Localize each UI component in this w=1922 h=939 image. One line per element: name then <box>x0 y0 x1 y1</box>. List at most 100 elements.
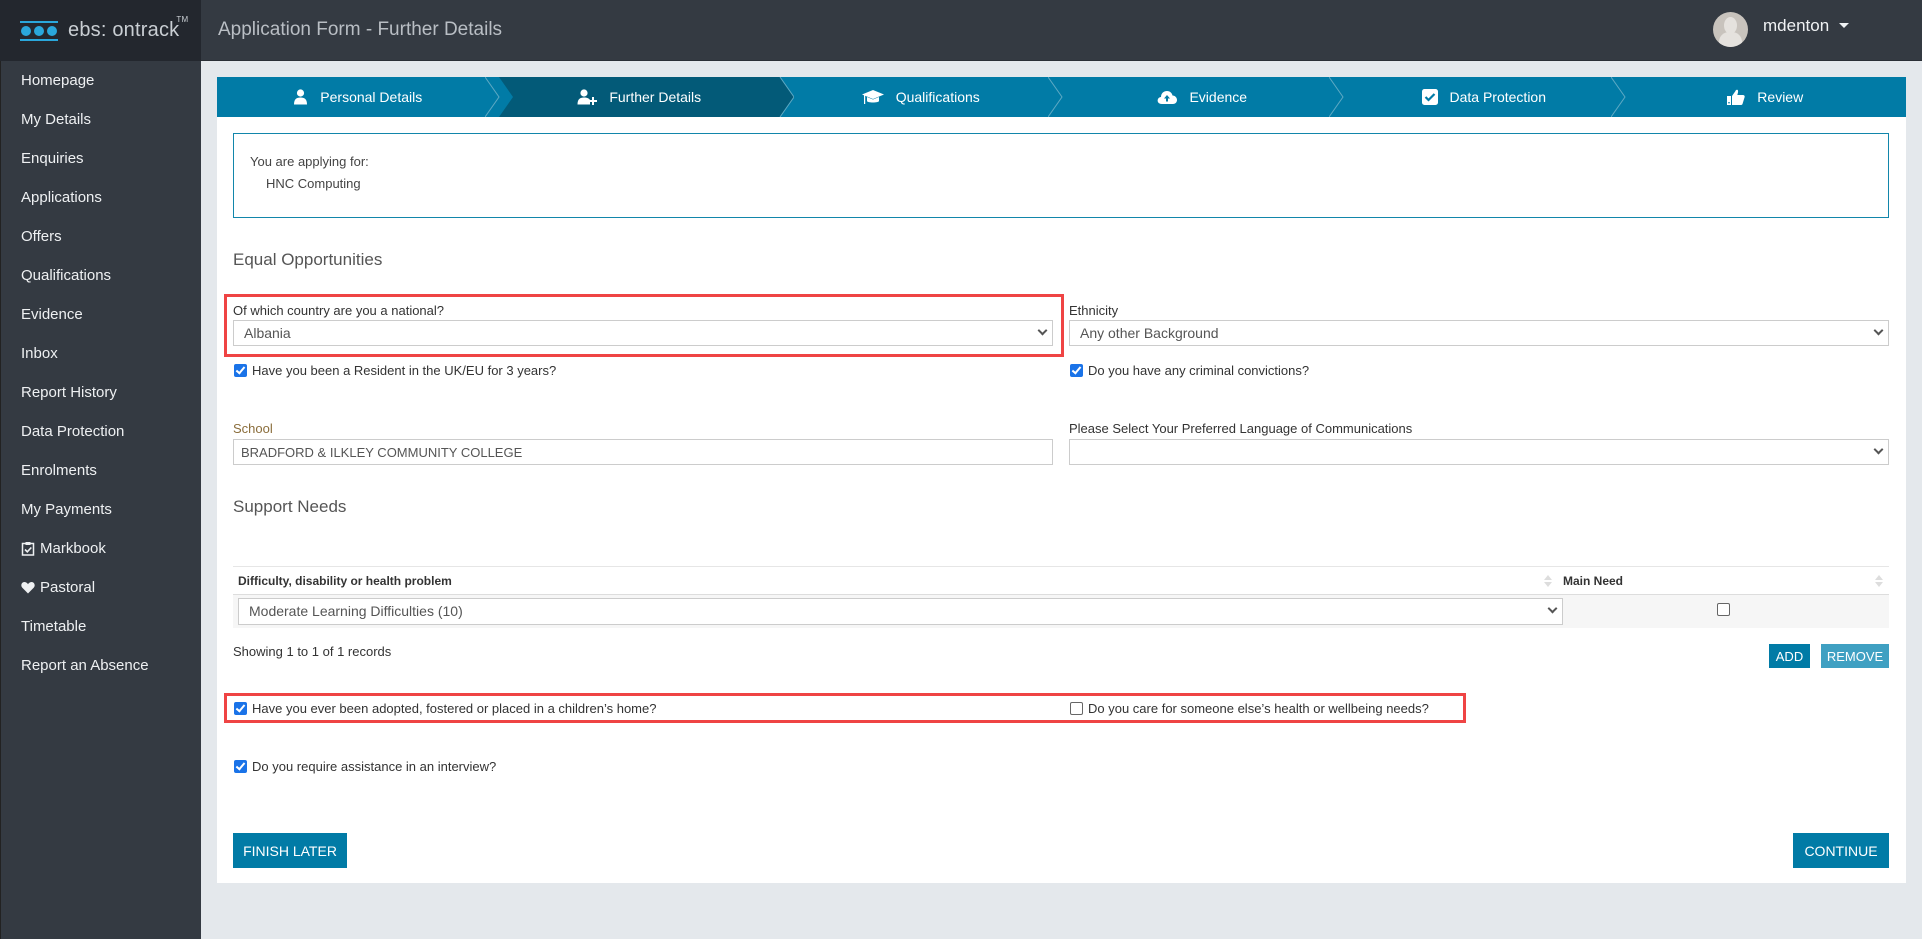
support-needs-table: Difficulty, disability or health problem… <box>233 566 1889 628</box>
main-need-checkbox[interactable] <box>1717 603 1730 616</box>
finish-later-button[interactable]: FINISH LATER <box>233 833 347 868</box>
sidebar-item-report-absence[interactable]: Report an Absence <box>1 646 201 685</box>
user-icon <box>293 89 308 105</box>
sidebar-item-label: Markbook <box>40 540 106 557</box>
clipboard-check-icon <box>21 541 35 556</box>
language-label: Please Select Your Preferred Language of… <box>1069 421 1413 436</box>
continue-button[interactable]: CONTINUE <box>1793 833 1889 868</box>
step-separator-icon <box>1329 77 1344 117</box>
remove-button[interactable]: REMOVE <box>1821 644 1889 668</box>
nationality-select[interactable]: Albania <box>233 320 1053 346</box>
interview-checkbox[interactable] <box>234 760 247 773</box>
step-qualifications[interactable]: Qualifications <box>780 77 1063 117</box>
adopted-checkbox-row[interactable]: Have you ever been adopted, fostered or … <box>234 701 656 716</box>
sidebar-item-applications[interactable]: Applications <box>1 178 201 217</box>
avatar[interactable] <box>1713 12 1748 47</box>
sidebar-item-timetable[interactable]: Timetable <box>1 607 201 646</box>
ebs-logo-icon <box>20 20 58 41</box>
add-button[interactable]: ADD <box>1769 644 1810 668</box>
step-separator-icon <box>766 77 794 117</box>
nationality-label: Of which country are you a national? <box>233 303 445 318</box>
application-form-card: Personal Details Further Details Qualifi… <box>217 77 1906 883</box>
chevron-down-icon <box>1873 325 1884 336</box>
school-input[interactable]: BRADFORD & ILKLEY COMMUNITY COLLEGE <box>233 439 1053 465</box>
nationality-value: Albania <box>244 325 291 341</box>
equal-opportunities-heading: Equal Opportunities <box>233 250 383 269</box>
sort-icon[interactable] <box>1544 575 1552 588</box>
column-label: Main Need <box>1563 573 1624 588</box>
sidebar-item-label: Inbox <box>21 345 58 362</box>
chevron-down-icon <box>1037 325 1048 336</box>
sidebar-item-offers[interactable]: Offers <box>1 217 201 256</box>
language-select[interactable] <box>1069 439 1889 465</box>
resident-checkbox[interactable] <box>234 364 247 377</box>
cloud-upload-icon <box>1157 90 1178 104</box>
sidebar-item-label: Timetable <box>21 618 87 635</box>
course-name: HNC Computing <box>266 176 361 191</box>
username[interactable]: mdenton <box>1763 16 1829 36</box>
resident-label: Have you been a Resident in the UK/EU fo… <box>252 363 557 378</box>
sidebar-item-label: Report an Absence <box>21 657 149 674</box>
ethnicity-label: Ethnicity <box>1069 303 1119 318</box>
sidebar-item-homepage[interactable]: Homepage <box>1 61 201 100</box>
resident-checkbox-row[interactable]: Have you been a Resident in the UK/EU fo… <box>234 363 556 378</box>
sidebar-item-my-details[interactable]: My Details <box>1 100 201 139</box>
step-personal-details[interactable]: Personal Details <box>217 77 513 117</box>
interview-checkbox-row[interactable]: Do you require assistance in an intervie… <box>234 759 496 774</box>
sidebar-item-label: My Payments <box>21 501 112 518</box>
difficulty-value: Moderate Learning Difficulties (10) <box>249 603 463 619</box>
sidebar-item-evidence[interactable]: Evidence <box>1 295 201 334</box>
sidebar: Homepage My Details Enquiries Applicatio… <box>0 61 201 939</box>
main-need-cell <box>1558 603 1889 616</box>
step-evidence[interactable]: Evidence <box>1062 77 1344 117</box>
sidebar-item-data-protection[interactable]: Data Protection <box>1 412 201 451</box>
heart-icon <box>21 581 35 594</box>
sidebar-item-pastoral[interactable]: Pastoral <box>1 568 201 607</box>
carer-checkbox-row[interactable]: Do you care for someone else’s health or… <box>1070 701 1429 716</box>
caret-down-icon[interactable] <box>1839 23 1850 28</box>
column-header-difficulty[interactable]: Difficulty, disability or health problem <box>233 567 1558 594</box>
sidebar-item-enquiries[interactable]: Enquiries <box>1 139 201 178</box>
ethnicity-value: Any other Background <box>1080 325 1219 341</box>
adopted-checkbox[interactable] <box>234 702 247 715</box>
sidebar-item-enrolments[interactable]: Enrolments <box>1 451 201 490</box>
ethnicity-select[interactable]: Any other Background <box>1069 320 1889 346</box>
sidebar-item-label: Offers <box>21 228 62 245</box>
convictions-checkbox-row[interactable]: Do you have any criminal convictions? <box>1070 363 1309 378</box>
wizard-steps: Personal Details Further Details Qualifi… <box>217 77 1906 117</box>
sidebar-item-label: Evidence <box>21 306 83 323</box>
support-needs-heading: Support Needs <box>233 497 347 516</box>
step-data-protection[interactable]: Data Protection <box>1343 77 1626 117</box>
sidebar-item-my-payments[interactable]: My Payments <box>1 490 201 529</box>
step-further-details[interactable]: Further Details <box>498 77 794 117</box>
difficulty-select[interactable]: Moderate Learning Difficulties (10) <box>238 598 1563 625</box>
school-label: School <box>233 421 273 436</box>
column-header-main-need[interactable]: Main Need <box>1558 567 1889 594</box>
sidebar-item-report-history[interactable]: Report History <box>1 373 201 412</box>
chevron-down-icon <box>1547 603 1558 614</box>
brand-logo[interactable]: ebs: ontrack TM <box>0 0 201 61</box>
convictions-label: Do you have any criminal convictions? <box>1088 363 1310 378</box>
user-menu[interactable]: mdenton <box>1713 12 1850 47</box>
page-title: Application Form - Further Details <box>218 19 503 40</box>
column-label: Difficulty, disability or health problem <box>238 573 452 588</box>
convictions-checkbox[interactable] <box>1070 364 1083 377</box>
check-square-icon <box>1421 89 1438 105</box>
graduation-cap-icon <box>861 89 884 105</box>
step-separator-icon <box>484 77 513 117</box>
step-label: Review <box>1757 89 1804 105</box>
school-value: BRADFORD & ILKLEY COMMUNITY COLLEGE <box>241 445 523 460</box>
table-header: Difficulty, disability or health problem… <box>233 566 1889 595</box>
sort-icon[interactable] <box>1875 575 1883 588</box>
sidebar-item-label: Enquiries <box>21 150 84 167</box>
top-header: ebs: ontrack TM Application Form - Furthe… <box>0 0 1922 61</box>
sidebar-item-qualifications[interactable]: Qualifications <box>1 256 201 295</box>
sidebar-item-markbook[interactable]: Markbook <box>1 529 201 568</box>
sidebar-item-label: Data Protection <box>21 423 125 440</box>
user-plus-icon <box>577 89 598 105</box>
step-review[interactable]: Review <box>1625 77 1907 117</box>
carer-checkbox[interactable] <box>1070 702 1083 715</box>
applying-for-label: You are applying for: <box>250 154 369 169</box>
step-label: Evidence <box>1189 89 1248 105</box>
sidebar-item-inbox[interactable]: Inbox <box>1 334 201 373</box>
